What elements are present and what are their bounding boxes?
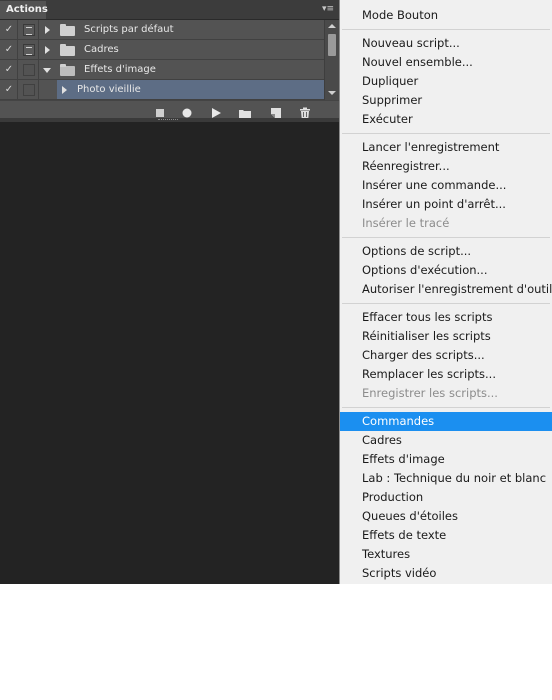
panel-tab-bar: Actions ▾≡ — [0, 0, 340, 20]
folder-new-icon[interactable] — [238, 104, 252, 118]
panel-resize-grip[interactable] — [0, 118, 340, 122]
action-label: Photo vieillie — [77, 84, 141, 95]
actions-panel: Actions ▾≡ ✓ Scripts par défaut ✓ Cadres… — [0, 0, 340, 122]
menu-item-mode-bouton[interactable]: Mode Bouton — [340, 6, 552, 25]
menu-item-queues-d-etoiles[interactable]: Queues d'étoiles — [340, 507, 552, 526]
menu-item-reinitialiser-les-scripts[interactable]: Réinitialiser les scripts — [340, 327, 552, 346]
panel-toolbar — [0, 100, 340, 119]
open-folder-icon — [60, 64, 75, 76]
toggle-item-checkmark-icon[interactable]: ✓ — [3, 63, 15, 77]
expand-triangle-icon[interactable] — [45, 46, 50, 54]
menu-item-executer[interactable]: Exécuter — [340, 110, 552, 129]
column-divider — [17, 20, 18, 40]
menu-item-reenregistrer[interactable]: Réenregistrer... — [340, 157, 552, 176]
menu-item-inserer-le-trace: Insérer le tracé — [362, 216, 450, 230]
folder-icon — [60, 24, 75, 36]
action-set-label: Cadres — [84, 44, 119, 55]
menu-item-cadres[interactable]: Cadres — [340, 431, 552, 450]
list-item[interactable]: ✓ Cadres — [0, 40, 324, 60]
menu-item-options-d-execution[interactable]: Options d'exécution... — [340, 261, 552, 280]
menu-item-nouvel-ensemble[interactable]: Nouvel ensemble... — [340, 53, 552, 72]
play-icon[interactable] — [210, 104, 222, 118]
collapse-triangle-icon[interactable] — [43, 68, 51, 73]
scroll-thumb[interactable] — [328, 34, 336, 56]
scroll-up-icon[interactable] — [328, 24, 336, 28]
expand-triangle-icon[interactable] — [62, 86, 67, 94]
toggle-dialog-icon[interactable] — [23, 24, 35, 36]
panel-menu-icon[interactable]: ▾≡ — [320, 3, 336, 15]
new-action-icon[interactable] — [270, 104, 282, 118]
panel-flyout-menu: Mode Bouton Nouveau script... Nouvel ensem… — [339, 0, 552, 584]
column-divider — [38, 20, 39, 40]
menu-item-charger-des-scripts[interactable]: Charger des scripts... — [340, 346, 552, 365]
menu-item-lancer-l-enregistrement[interactable]: Lancer l'enregistrement — [340, 138, 552, 157]
menu-item-enregistrer-les-scripts: Enregistrer les scripts... — [362, 386, 498, 400]
toggle-item-checkmark-icon[interactable]: ✓ — [3, 83, 15, 97]
menu-item-effets-d-image[interactable]: Effets d'image — [340, 450, 552, 469]
toggle-item-checkmark-icon[interactable]: ✓ — [3, 23, 15, 37]
menu-item-options-de-script[interactable]: Options de script... — [340, 242, 552, 261]
column-divider — [17, 40, 18, 60]
list-item[interactable]: ✓ Photo vieillie — [0, 80, 324, 100]
menu-separator — [342, 237, 550, 238]
action-set-label: Effets d'image — [84, 64, 156, 75]
menu-item-inserer-un-point-d-arret[interactable]: Insérer un point d'arrêt... — [340, 195, 552, 214]
list-scrollbar[interactable] — [324, 20, 339, 100]
toggle-dialog-icon[interactable] — [23, 44, 35, 56]
menu-item-commandes[interactable]: Commandes — [340, 412, 552, 431]
menu-separator — [342, 407, 550, 408]
menu-item-supprimer[interactable]: Supprimer — [340, 91, 552, 110]
scroll-down-icon[interactable] — [328, 91, 336, 95]
menu-item-dupliquer[interactable]: Dupliquer — [340, 72, 552, 91]
tab-actions[interactable]: Actions — [0, 1, 48, 19]
list-item[interactable]: ✓ Effets d'image — [0, 60, 324, 80]
menu-item-textures[interactable]: Textures — [340, 545, 552, 564]
column-divider — [38, 40, 39, 60]
column-divider — [38, 80, 39, 100]
column-divider — [38, 60, 39, 80]
expand-triangle-icon[interactable] — [45, 26, 50, 34]
menu-item-effets-de-texte[interactable]: Effets de texte — [340, 526, 552, 545]
column-divider — [17, 60, 18, 80]
toggle-item-checkmark-icon[interactable]: ✓ — [3, 43, 15, 57]
list-item[interactable]: ✓ Scripts par défaut — [0, 20, 324, 40]
menu-item-remplacer-les-scripts[interactable]: Remplacer les scripts... — [340, 365, 552, 384]
menu-item-autoriser-l-enregistrement-d-outil[interactable]: Autoriser l'enregistrement d'outil — [340, 280, 552, 299]
menu-item-effacer-tous-les-scripts[interactable]: Effacer tous les scripts — [340, 308, 552, 327]
menu-separator — [342, 303, 550, 304]
folder-icon — [60, 44, 75, 56]
menu-separator — [342, 133, 550, 134]
action-set-label: Scripts par défaut — [84, 24, 174, 35]
toggle-dialog-empty-icon[interactable] — [23, 64, 35, 76]
menu-item-production[interactable]: Production — [340, 488, 552, 507]
toggle-dialog-empty-icon[interactable] — [23, 84, 35, 96]
actions-list: ✓ Scripts par défaut ✓ Cadres ✓ Effets d… — [0, 20, 324, 100]
menu-item-lab-technique-du-noir-et-blanc[interactable]: Lab : Technique du noir et blanc — [340, 469, 552, 488]
trash-icon[interactable] — [299, 104, 311, 119]
record-icon[interactable] — [181, 104, 193, 118]
menu-item-nouveau-script[interactable]: Nouveau script... — [340, 34, 552, 53]
menu-separator — [342, 29, 550, 30]
column-divider — [17, 80, 18, 100]
stop-icon[interactable] — [154, 104, 166, 117]
menu-item-inserer-une-commande[interactable]: Insérer une commande... — [340, 176, 552, 195]
menu-item-scripts-video[interactable]: Scripts vidéo — [340, 564, 552, 583]
